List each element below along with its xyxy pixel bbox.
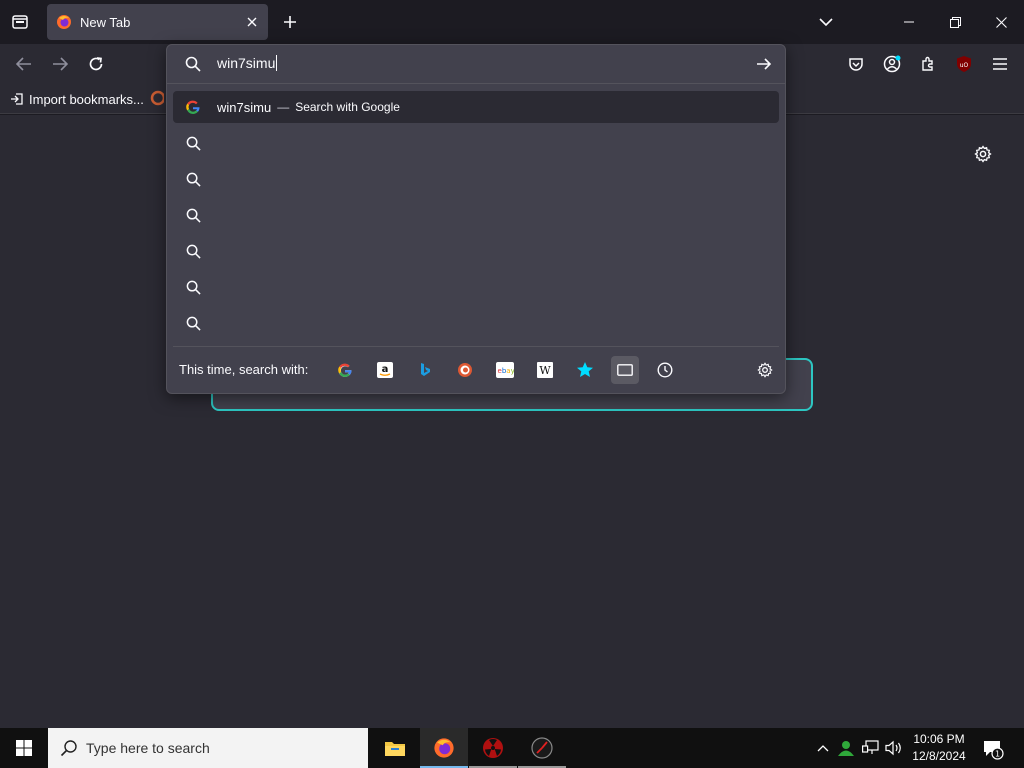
one-off-separator <box>173 346 779 347</box>
search-history-button[interactable] <box>651 356 679 384</box>
taskbar-search-box[interactable]: Type here to search <box>48 728 368 768</box>
go-arrow-button[interactable] <box>753 54 775 74</box>
list-all-tabs-icon[interactable] <box>814 10 838 34</box>
menu-hamburger-icon[interactable] <box>984 48 1016 80</box>
search-tabs-button[interactable] <box>611 356 639 384</box>
one-off-label: This time, search with: <box>179 362 309 377</box>
back-button[interactable] <box>8 48 40 80</box>
history-clock-icon <box>657 362 673 378</box>
result-separator: — <box>277 100 290 114</box>
tab-new-tab[interactable]: New Tab <box>47 4 268 40</box>
search-icon <box>173 307 213 339</box>
close-tab-icon[interactable] <box>240 10 264 34</box>
urlbar-result-row[interactable] <box>173 235 779 267</box>
restore-button[interactable] <box>932 0 978 44</box>
ebay-icon: ebay <box>496 362 514 378</box>
urlbar-result-row[interactable] <box>173 127 779 159</box>
urlbar-result-row[interactable]: win7simu — Search with Google <box>173 91 779 123</box>
urlbar-input-value: win7simu <box>217 55 276 71</box>
folder-icon <box>385 742 405 756</box>
clock-time: 10:06 PM <box>913 732 965 746</box>
firefox-taskbar-button[interactable] <box>420 728 468 768</box>
search-icon <box>173 127 213 159</box>
app-taskbar-button-2[interactable] <box>518 728 566 768</box>
svg-text:uO: uO <box>960 62 969 69</box>
action-center-button[interactable]: 1 <box>980 736 1006 762</box>
pocket-icon[interactable] <box>840 48 872 80</box>
result-action-text: Search with Google <box>295 100 400 114</box>
engine-duckduckgo-button[interactable] <box>451 356 479 384</box>
bookmark-star-icon <box>577 362 593 377</box>
engine-wikipedia-button[interactable]: W <box>531 356 559 384</box>
search-bookmarks-button[interactable] <box>571 356 599 384</box>
import-bookmarks-button[interactable]: Import bookmarks... <box>10 88 144 110</box>
firefox-icon <box>56 14 72 30</box>
ublock-origin-icon[interactable]: uO <box>948 48 980 80</box>
urlbar-search-icon <box>183 54 203 74</box>
google-icon <box>173 91 213 123</box>
amazon-icon: a <box>377 362 393 378</box>
import-bookmarks-label: Import bookmarks... <box>29 91 144 107</box>
tab-title: New Tab <box>80 14 131 30</box>
urlbar-result-row[interactable] <box>173 307 779 339</box>
volume-icon[interactable] <box>884 737 904 759</box>
gear-icon <box>757 362 773 378</box>
account-icon[interactable] <box>876 48 908 80</box>
app-taskbar-button-1[interactable] <box>469 728 517 768</box>
tabs-icon <box>617 364 633 376</box>
engine-ebay-button[interactable]: ebay <box>491 356 519 384</box>
network-icon[interactable] <box>860 737 882 759</box>
page-settings-gear-icon[interactable] <box>970 141 996 167</box>
wikipedia-icon: W <box>537 362 553 378</box>
user-tray-icon[interactable] <box>836 737 856 759</box>
bing-icon <box>421 363 430 376</box>
svg-text:ebay: ebay <box>498 367 515 375</box>
search-icon <box>173 235 213 267</box>
start-button[interactable] <box>0 728 48 768</box>
forward-button[interactable] <box>44 48 76 80</box>
minimize-button[interactable] <box>886 0 932 44</box>
reload-button[interactable] <box>80 48 112 80</box>
search-settings-button[interactable] <box>751 356 779 384</box>
new-tab-button[interactable] <box>278 10 302 34</box>
urlbar-input[interactable]: win7simu <box>217 55 717 75</box>
urlbar-result-row[interactable] <box>173 163 779 195</box>
search-icon <box>173 271 213 303</box>
result-text: win7simu <box>217 99 272 115</box>
taskbar-clock[interactable]: 10:06 PM 12/8/2024 <box>905 731 973 765</box>
file-explorer-taskbar-button[interactable] <box>371 728 419 768</box>
engine-amazon-button[interactable]: a <box>371 356 399 384</box>
engine-google-button[interactable] <box>331 356 359 384</box>
search-icon <box>60 740 77 757</box>
firefox-icon <box>434 738 454 758</box>
close-window-button[interactable] <box>978 0 1024 44</box>
search-icon <box>173 163 213 195</box>
extensions-icon[interactable] <box>912 48 944 80</box>
text-caret <box>276 55 278 71</box>
search-icon <box>173 199 213 231</box>
clock-date: 12/8/2024 <box>912 749 966 763</box>
bookmark-favicon-icon[interactable] <box>150 90 164 106</box>
notification-icon: 1 <box>984 741 1004 760</box>
show-hidden-icons-chevron-icon[interactable] <box>814 738 832 758</box>
notification-count: 1 <box>995 750 1000 759</box>
radiation-icon <box>483 738 503 758</box>
firefox-view-icon[interactable] <box>8 10 32 34</box>
google-icon <box>338 363 352 377</box>
svg-text:a: a <box>382 364 389 375</box>
taskbar-search-placeholder: Type here to search <box>86 740 210 756</box>
windows-logo-icon <box>16 740 32 756</box>
engine-bing-button[interactable] <box>411 356 439 384</box>
gauge-icon <box>531 737 553 759</box>
urlbar-result-row[interactable] <box>173 199 779 231</box>
import-icon <box>11 93 23 105</box>
duckduckgo-icon <box>458 363 472 377</box>
svg-text:W: W <box>539 364 551 377</box>
urlbar-result-row[interactable] <box>173 271 779 303</box>
